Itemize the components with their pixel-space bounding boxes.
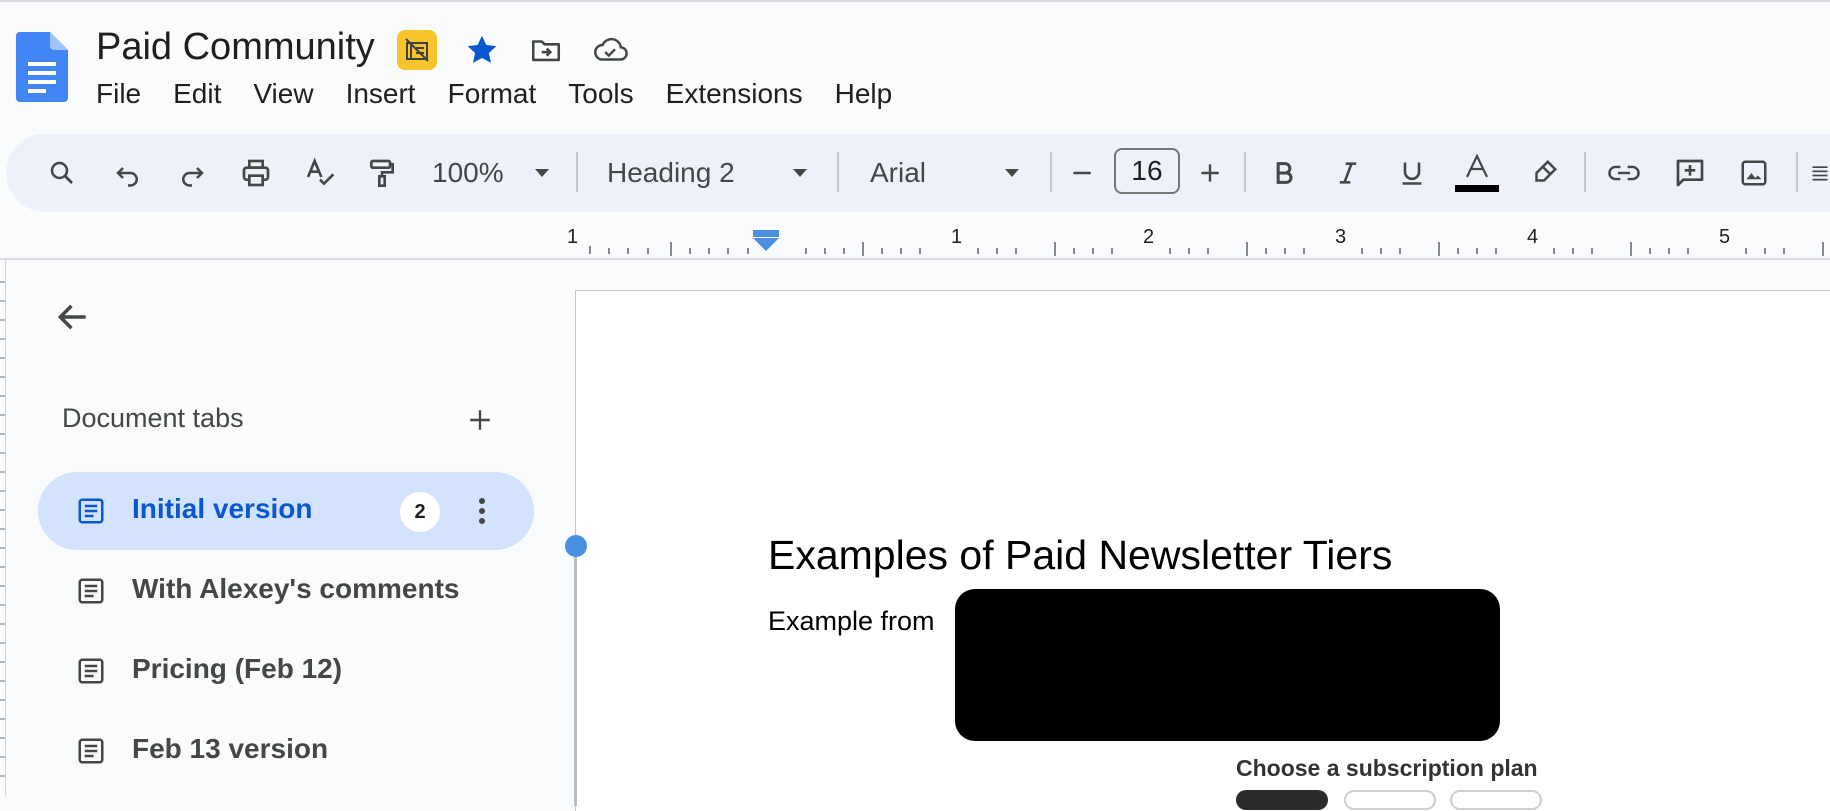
ruler-label: 2: [1143, 226, 1155, 248]
ruler-label: 1: [567, 226, 579, 248]
add-tab-icon[interactable]: [460, 400, 500, 440]
toolbar-divider: [1244, 152, 1246, 192]
style-dropdown-icon[interactable]: [788, 134, 812, 212]
move-folder-icon[interactable]: [526, 30, 566, 70]
ruler-label: 3: [1335, 226, 1347, 248]
docs-logo-icon[interactable]: [16, 32, 68, 102]
document-heading[interactable]: Examples of Paid Newsletter Tiers: [768, 532, 1392, 579]
menu-insert[interactable]: Insert: [330, 74, 432, 114]
font-size-input[interactable]: 16: [1114, 148, 1180, 194]
style-select[interactable]: Heading 2: [607, 134, 735, 212]
zoom-dropdown-icon[interactable]: [530, 134, 554, 212]
menu-file[interactable]: File: [80, 74, 157, 114]
underline-icon[interactable]: [1390, 134, 1434, 212]
tab-label: Pricing (Feb 12): [132, 653, 343, 684]
sidebar-resize-handle[interactable]: [574, 546, 577, 806]
document-tab-icon: [76, 736, 106, 766]
document-title[interactable]: Paid Community: [96, 26, 375, 69]
cloud-saved-icon[interactable]: [590, 30, 630, 70]
menu-view[interactable]: View: [237, 74, 329, 114]
text-color-icon[interactable]: [1452, 134, 1502, 212]
search-icon[interactable]: [40, 134, 84, 212]
add-comment-icon[interactable]: [1668, 134, 1712, 212]
tab-with-alexeys-comments[interactable]: With Alexey's comments: [38, 552, 534, 630]
align-icon[interactable]: [1810, 134, 1830, 212]
tab-initial-version[interactable]: Initial version 2: [38, 472, 534, 550]
document-tab-icon: [76, 656, 106, 686]
document-tab-icon: [76, 576, 106, 606]
decrease-font-size-icon[interactable]: [1062, 134, 1102, 212]
menu-tools[interactable]: Tools: [552, 74, 649, 114]
window-top-border: [0, 0, 1830, 2]
bold-icon[interactable]: [1262, 134, 1306, 212]
comment-count-badge: 2: [400, 492, 440, 532]
insert-image-icon[interactable]: [1732, 134, 1776, 212]
tab-label: Feb 13 version: [132, 733, 329, 764]
font-dropdown-icon[interactable]: [1000, 134, 1024, 212]
spellcheck-icon[interactable]: [298, 134, 342, 212]
document-tab-icon: [76, 496, 106, 526]
print-icon[interactable]: [234, 134, 278, 212]
menu-format[interactable]: Format: [432, 74, 553, 114]
ruler-label: 4: [1527, 226, 1539, 248]
ruler-label: 1: [951, 226, 963, 248]
toolbar-divider: [1584, 152, 1586, 192]
indent-marker-icon: [753, 230, 779, 251]
sidebar-resize-knob[interactable]: [565, 535, 587, 557]
paint-format-icon[interactable]: [360, 134, 404, 212]
tab-pricing-feb-12[interactable]: Pricing (Feb 12): [38, 632, 534, 710]
back-arrow-icon[interactable]: [50, 294, 96, 340]
tab-label: With Alexey's comments: [132, 573, 460, 604]
menu-bar: File Edit View Insert Format Tools Exten…: [80, 74, 908, 114]
toolbar-divider: [1050, 152, 1052, 192]
plan-option-pill: [1344, 790, 1436, 810]
tab-feb-13-version[interactable]: Feb 13 version: [38, 712, 534, 790]
tab-label: Initial version: [132, 493, 313, 524]
document-body-text[interactable]: Example from: [768, 606, 935, 637]
horizontal-ruler[interactable]: [0, 220, 1830, 260]
font-select[interactable]: Arial: [870, 134, 926, 212]
zoom-select[interactable]: 100%: [432, 134, 504, 212]
redacted-image: [955, 589, 1500, 741]
star-icon[interactable]: [462, 30, 502, 70]
italic-icon[interactable]: [1326, 134, 1370, 212]
toolbar-divider: [837, 152, 839, 192]
undo-icon[interactable]: [106, 134, 150, 212]
document-tabs-heading: Document tabs: [62, 403, 244, 433]
menu-extensions[interactable]: Extensions: [650, 74, 819, 114]
increase-font-size-icon[interactable]: [1190, 134, 1230, 212]
redo-icon[interactable]: [170, 134, 214, 212]
menu-edit[interactable]: Edit: [157, 74, 237, 114]
ruler-label: 5: [1719, 226, 1731, 248]
plan-option-pill: [1236, 790, 1328, 810]
toolbar-divider: [576, 152, 578, 192]
more-options-icon[interactable]: [462, 491, 502, 531]
embedded-image-caption: Choose a subscription plan: [1236, 755, 1538, 781]
label-badge-icon[interactable]: [397, 30, 437, 70]
insert-link-icon[interactable]: [1602, 134, 1646, 212]
menu-help[interactable]: Help: [819, 74, 909, 114]
highlight-icon[interactable]: [1522, 134, 1566, 212]
toolbar-divider: [1796, 152, 1798, 192]
plan-option-pill: [1450, 790, 1542, 810]
